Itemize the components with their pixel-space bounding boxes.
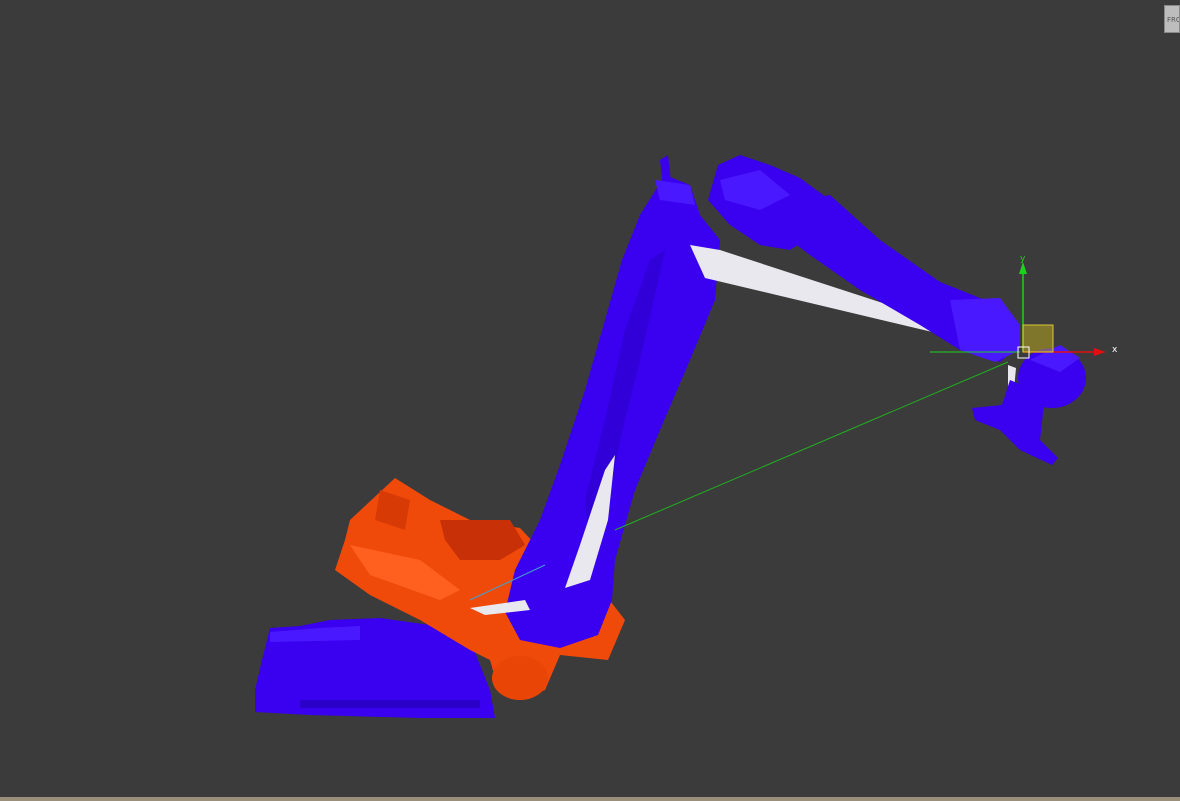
robot-upper-arm[interactable]: [708, 155, 1020, 362]
robot-lower-arm[interactable]: [505, 155, 720, 648]
robot-wrist[interactable]: [972, 345, 1086, 465]
viewcube-label: FRO: [1167, 16, 1180, 24]
y-axis-label: y: [1020, 254, 1026, 264]
3d-viewport[interactable]: x y FRO: [0, 0, 1180, 801]
x-axis-label: x: [1112, 345, 1118, 355]
x-axis-arrow[interactable]: [1094, 348, 1106, 356]
robot-scene[interactable]: [0, 0, 1180, 801]
xy-plane-handle[interactable]: [1022, 324, 1054, 353]
viewcube[interactable]: FRO: [1164, 5, 1180, 33]
viewport-bottom-border: [0, 797, 1180, 801]
